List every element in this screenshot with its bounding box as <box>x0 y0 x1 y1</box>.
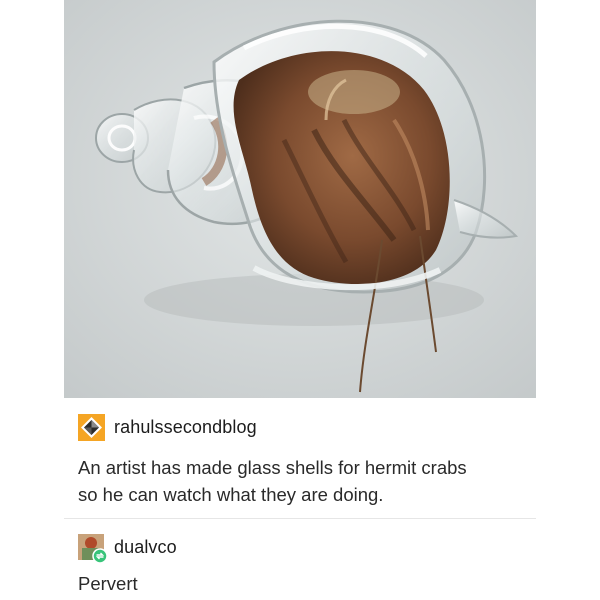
post-body-line: so he can watch what they are doing. <box>78 484 384 505</box>
post-header-reblog: dualvco Pervert <box>78 532 538 597</box>
post-body-text: An artist has made glass shells for herm… <box>78 454 538 508</box>
diamond-logo-icon[interactable] <box>78 413 105 441</box>
reblog-avatar-icon[interactable] <box>78 533 108 564</box>
post-header-original: rahulssecondblog An artist has made glas… <box>78 412 538 508</box>
hermit-crab-illustration <box>64 0 536 398</box>
username-link[interactable]: dualvco <box>114 537 177 558</box>
reblog-comment-text: Pervert <box>78 570 538 597</box>
username-link[interactable]: rahulssecondblog <box>114 417 257 438</box>
user-row: rahulssecondblog <box>78 412 538 442</box>
post-body-line: An artist has made glass shells for herm… <box>78 457 467 478</box>
post-photo[interactable] <box>64 0 536 398</box>
user-row: dualvco <box>78 532 538 564</box>
tumblr-post: rahulssecondblog An artist has made glas… <box>0 0 600 600</box>
post-body-line: Pervert <box>78 573 138 594</box>
post-divider <box>64 518 536 519</box>
